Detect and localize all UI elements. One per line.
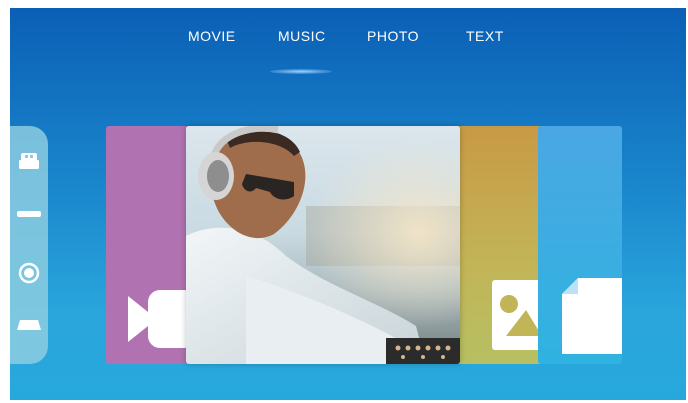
active-tab-indicator [270, 69, 332, 74]
media-carousel [106, 126, 626, 364]
text-card[interactable] [538, 126, 622, 364]
sidebar-item-drive[interactable] [14, 200, 44, 230]
device-icon [18, 152, 40, 175]
sidebar-item-disc[interactable] [14, 260, 44, 290]
storage-icon [16, 318, 42, 337]
tab-movie[interactable]: MOVIE [188, 28, 236, 44]
tab-photo[interactable]: PHOTO [367, 28, 419, 44]
photo-icon [492, 280, 542, 355]
drive-icon [16, 206, 42, 224]
man-with-headphones-dj-photo [186, 126, 460, 364]
media-browser-screen: MOVIE MUSIC PHOTO TEXT [10, 8, 686, 400]
disc-icon [18, 262, 40, 289]
tab-music[interactable]: MUSIC [278, 28, 326, 44]
category-tabs: MOVIE MUSIC PHOTO TEXT [10, 28, 686, 52]
tab-text[interactable]: TEXT [466, 28, 504, 44]
sidebar-item-storage[interactable] [14, 312, 44, 342]
music-card[interactable] [186, 126, 460, 364]
sidebar-item-device[interactable] [14, 148, 44, 178]
document-icon [562, 278, 622, 359]
source-sidebar [10, 126, 48, 364]
